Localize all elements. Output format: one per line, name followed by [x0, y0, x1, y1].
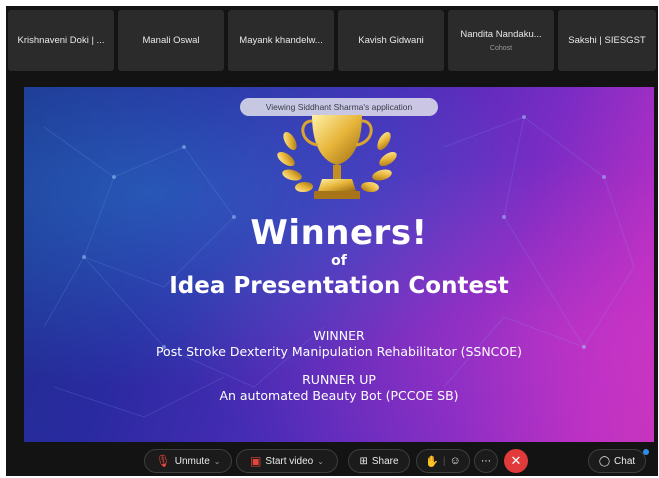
raise-hand-icon[interactable]: ✋ — [425, 455, 439, 468]
participant-name: Sakshi | SIESGST — [568, 35, 646, 46]
participant-tile[interactable]: Krishnaveni Doki | ... — [8, 10, 114, 71]
participant-tile[interactable]: Nandita Nandaku... Cohost — [448, 10, 554, 71]
trophy-icon — [277, 115, 397, 199]
participant-tile[interactable]: Kavish Gidwani — [338, 10, 444, 71]
winner-label: WINNER — [313, 328, 365, 343]
slide-of: of — [331, 253, 347, 269]
unmute-button[interactable]: 🎙 Unmute ⌄ — [144, 449, 232, 473]
participant-tile[interactable]: Manali Oswal — [118, 10, 224, 71]
mic-muted-icon: 🎙 — [155, 454, 171, 468]
chat-icon: ◯ — [598, 455, 611, 467]
unmute-label: Unmute — [174, 455, 210, 467]
chat-notification-dot — [643, 449, 649, 455]
participant-name: Kavish Gidwani — [358, 35, 424, 46]
meeting-controls: 🎙 Unmute ⌄ ▣ Start video ⌄ ⊞ Share ✋ | ☺… — [6, 444, 658, 476]
start-video-button[interactable]: ▣ Start video ⌄ — [236, 449, 338, 473]
start-video-label: Start video — [265, 455, 314, 467]
slide-heading: Winners! — [250, 213, 428, 253]
runner-up-label: RUNNER UP — [302, 372, 376, 387]
shared-screen: Viewing Siddhant Sharma's application Wi… — [24, 87, 654, 442]
share-icon: ⊞ — [359, 455, 368, 467]
hand-reactions-group: ✋ | ☺ — [416, 449, 470, 473]
reactions-icon[interactable]: ☺ — [450, 455, 461, 467]
winner-entry: Post Stroke Dexterity Manipulation Rehab… — [155, 344, 523, 359]
chevron-down-icon: ⌄ — [213, 456, 221, 466]
participant-tile[interactable]: Mayank khandelw... — [228, 10, 334, 71]
share-button[interactable]: ⊞ Share — [348, 449, 410, 473]
contest-title: Idea Presentation Contest — [169, 273, 509, 299]
runner-up-entry: An automated Beauty Bot (PCCOE SB) — [219, 388, 459, 403]
meeting-window: Krishnaveni Doki | ... Manali Oswal Maya… — [6, 6, 658, 476]
chat-button[interactable]: ◯ Chat — [588, 449, 646, 473]
more-icon: ⋯ — [481, 455, 491, 467]
participant-strip: Krishnaveni Doki | ... Manali Oswal Maya… — [6, 6, 658, 76]
participant-role: Cohost — [489, 45, 513, 52]
participant-tile[interactable]: Sakshi | SIESGST — [558, 10, 656, 71]
share-label: Share — [371, 455, 399, 467]
participant-name: Mayank khandelw... — [239, 35, 323, 46]
chevron-down-icon: ⌄ — [317, 456, 324, 466]
more-options-button[interactable]: ⋯ — [474, 449, 498, 473]
participant-name: Manali Oswal — [142, 35, 200, 46]
video-off-icon: ▣ — [250, 454, 262, 468]
end-call-icon: ✕ — [510, 453, 522, 468]
participant-name: Nandita Nandaku... — [460, 29, 542, 40]
chat-label: Chat — [614, 455, 636, 467]
end-call-button[interactable]: ✕ — [504, 449, 528, 473]
participant-name: Krishnaveni Doki | ... — [17, 35, 105, 46]
